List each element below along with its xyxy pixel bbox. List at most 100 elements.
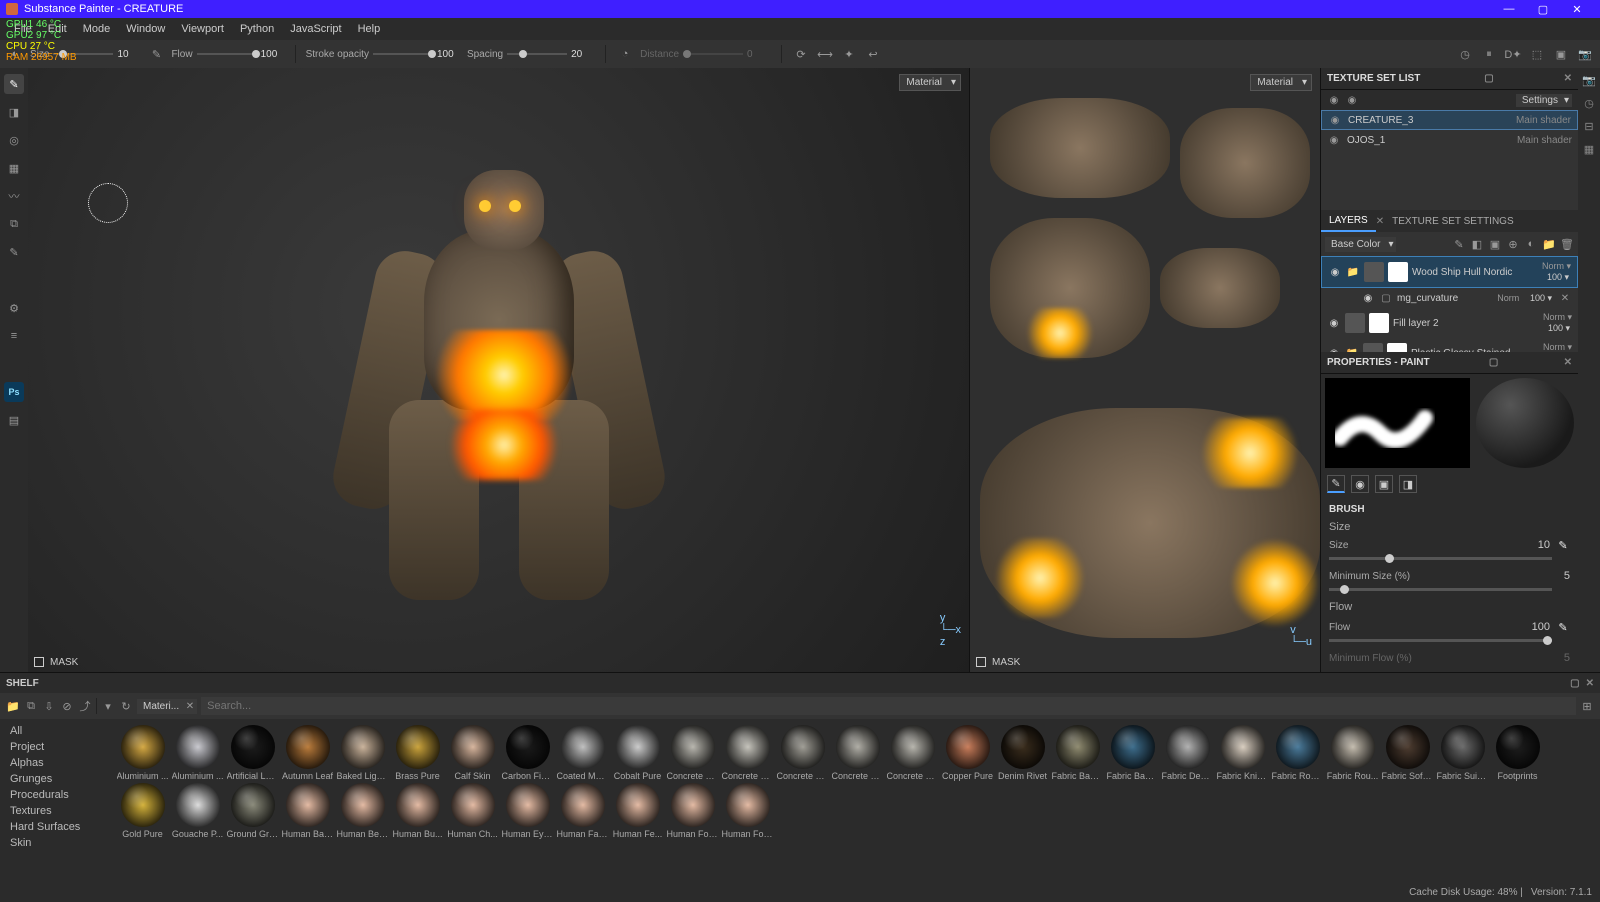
eye-all-icon[interactable]: ◉ bbox=[1327, 93, 1341, 107]
stencil-mode-icon[interactable]: ▣ bbox=[1375, 475, 1393, 493]
prop-minsize-value[interactable]: 5 bbox=[1540, 570, 1570, 582]
brush-preset-icon[interactable]: ◐ bbox=[6, 45, 24, 63]
photoshop-icon[interactable]: Ps bbox=[4, 382, 24, 402]
layer-mask[interactable] bbox=[1369, 313, 1389, 333]
material-item[interactable]: Fabric Deni... bbox=[1161, 725, 1214, 781]
material-item[interactable]: Baked Light... bbox=[336, 725, 389, 781]
material-item[interactable]: Carbon Fiber bbox=[501, 725, 554, 781]
material-item[interactable]: Concrete S... bbox=[886, 725, 939, 781]
material-item[interactable]: Footprints bbox=[1491, 725, 1544, 781]
shelf-project-icon[interactable]: ⧉ bbox=[24, 699, 38, 713]
smudge-tool[interactable]: 〰 bbox=[4, 186, 24, 206]
material-item[interactable]: Copper Pure bbox=[941, 725, 994, 781]
layers-tab-close-icon[interactable]: ✕ bbox=[1376, 216, 1384, 227]
lazy-mouse-icon[interactable]: ⟳ bbox=[792, 45, 810, 63]
export-icon[interactable]: ▤ bbox=[4, 410, 24, 430]
material-item[interactable]: Brass Pure bbox=[391, 725, 444, 781]
material-item[interactable]: Fabric Knitt... bbox=[1216, 725, 1269, 781]
material-item[interactable]: Fabric Suit ... bbox=[1436, 725, 1489, 781]
plugins-icon[interactable]: ▦ bbox=[1584, 143, 1594, 156]
prop-minsize-slider[interactable] bbox=[1329, 588, 1552, 591]
symmetry-icon[interactable]: ✦ bbox=[840, 45, 858, 63]
material-item[interactable]: Autumn Leaf bbox=[281, 725, 334, 781]
material-item[interactable]: Fabric Bam... bbox=[1051, 725, 1104, 781]
menu-python[interactable]: Python bbox=[232, 21, 282, 37]
capture-icon[interactable]: 📷 bbox=[1582, 74, 1596, 87]
material-item[interactable]: Ground Gra... bbox=[226, 783, 279, 839]
menu-file[interactable]: File bbox=[6, 21, 40, 37]
pause-icon[interactable]: ⏸ bbox=[1480, 45, 1498, 63]
history-icon[interactable]: ◷ bbox=[1584, 97, 1594, 110]
material-item[interactable]: Denim Rivet bbox=[996, 725, 1049, 781]
mirror-icon[interactable]: ⟷ bbox=[816, 45, 834, 63]
prop-flow-value[interactable]: 100 bbox=[1520, 621, 1550, 633]
flow-pressure-icon[interactable]: ✎ bbox=[1556, 621, 1570, 634]
grid-view-icon[interactable]: ⊞ bbox=[1580, 699, 1594, 713]
shelf-category[interactable]: Project bbox=[0, 739, 110, 755]
blend-mode[interactable]: Norm ▾ bbox=[1543, 342, 1572, 352]
bucket-icon[interactable]: ▣ bbox=[1488, 237, 1502, 251]
delete-layer-icon[interactable]: 🗑 bbox=[1560, 237, 1574, 251]
material-item[interactable]: Coated Metal bbox=[556, 725, 609, 781]
log-icon[interactable]: ⊟ bbox=[1584, 120, 1593, 133]
material-item[interactable]: Human Fac... bbox=[556, 783, 609, 839]
material-mode-icon[interactable]: ◨ bbox=[1399, 475, 1417, 493]
prop-size-value[interactable]: 10 bbox=[1520, 539, 1550, 551]
menu-viewport[interactable]: Viewport bbox=[173, 21, 232, 37]
camera-icon[interactable]: ▣ bbox=[1552, 45, 1570, 63]
material-item[interactable]: Human Bac... bbox=[281, 783, 334, 839]
shelf-category[interactable]: Skin bbox=[0, 835, 110, 851]
shelf-category[interactable]: Procedurals bbox=[0, 787, 110, 803]
material-item[interactable]: Human Fe... bbox=[611, 783, 664, 839]
layer-opacity[interactable]: 100 ▾ bbox=[1548, 323, 1572, 334]
smartlayer-icon[interactable]: ◐ bbox=[1524, 237, 1538, 251]
mask-add-icon[interactable]: ◧ bbox=[1470, 237, 1484, 251]
eye-icon[interactable]: ◉ bbox=[1328, 113, 1342, 127]
size-slider[interactable] bbox=[53, 53, 113, 55]
material-item[interactable]: Concrete Si... bbox=[831, 725, 884, 781]
blend-mode[interactable]: Norm ▾ bbox=[1542, 261, 1571, 272]
material-item[interactable]: Human Bu... bbox=[391, 783, 444, 839]
menu-window[interactable]: Window bbox=[118, 21, 173, 37]
picker-tool[interactable]: ✎ bbox=[4, 242, 24, 262]
paint-tool[interactable]: ✎ bbox=[4, 74, 24, 94]
material-item[interactable]: Human Eye... bbox=[501, 783, 554, 839]
layer-row[interactable]: ◉Fill layer 2Norm ▾100 ▾ bbox=[1321, 308, 1578, 338]
2d-mask-toggle-icon[interactable] bbox=[976, 657, 986, 667]
shelf-hidden-icon[interactable]: ⊘ bbox=[60, 699, 74, 713]
shelf-export-icon[interactable]: ⤴ bbox=[78, 699, 92, 713]
material-item[interactable]: Aluminium ... bbox=[171, 725, 224, 781]
group-icon[interactable]: ⊕ bbox=[1506, 237, 1520, 251]
material-item[interactable]: Cobalt Pure bbox=[611, 725, 664, 781]
blend-mode[interactable]: Norm ▾ bbox=[1543, 312, 1572, 323]
opacity-slider[interactable] bbox=[373, 53, 433, 55]
material-item[interactable]: Fabric Base... bbox=[1106, 725, 1159, 781]
shelf-category[interactable]: All bbox=[0, 723, 110, 739]
spacing-slider[interactable] bbox=[507, 53, 567, 55]
visibility-icon[interactable]: ◉ bbox=[1327, 318, 1341, 329]
eraser-tool[interactable]: ◨ bbox=[4, 102, 24, 122]
flow-value[interactable]: 100 bbox=[261, 49, 285, 60]
close-button[interactable]: ✕ bbox=[1560, 3, 1594, 16]
shelf-close-icon[interactable]: ✕ bbox=[1586, 678, 1594, 689]
layer-effect-row[interactable]: ◉▢mg_curvatureNorm 100 ▾✕ bbox=[1321, 288, 1578, 308]
layer-mask[interactable] bbox=[1387, 343, 1407, 352]
material-item[interactable]: Human Bel... bbox=[336, 783, 389, 839]
menu-edit[interactable]: Edit bbox=[40, 21, 75, 37]
shelf-import-icon[interactable]: ⇩ bbox=[42, 699, 56, 713]
properties-close-icon[interactable]: ✕ bbox=[1564, 357, 1572, 368]
properties-maximize-icon[interactable]: ▢ bbox=[1489, 357, 1498, 368]
material-item[interactable]: Concrete D... bbox=[776, 725, 829, 781]
layer-opacity[interactable]: 100 ▾ bbox=[1530, 293, 1554, 304]
menu-help[interactable]: Help bbox=[350, 21, 389, 37]
shelf-category[interactable]: Hard Surfaces bbox=[0, 819, 110, 835]
maximize-button[interactable]: ▢ bbox=[1526, 3, 1560, 16]
visibility-icon[interactable]: ◉ bbox=[1328, 267, 1342, 278]
3d-viewport[interactable]: Material y└─xz MASK bbox=[28, 68, 970, 672]
effects-icon[interactable]: ✎ bbox=[1452, 237, 1466, 251]
brush-mode-icon[interactable]: ✎ bbox=[1327, 475, 1345, 493]
2d-viewport[interactable]: Material v└─u MASK bbox=[970, 68, 1320, 672]
mask-toggle-icon[interactable] bbox=[34, 657, 44, 667]
folder-icon[interactable]: 📁 bbox=[1346, 265, 1360, 279]
layer-row[interactable]: ◉📁Plastic Glossy StainedNorm ▾100 ▾ bbox=[1321, 338, 1578, 352]
